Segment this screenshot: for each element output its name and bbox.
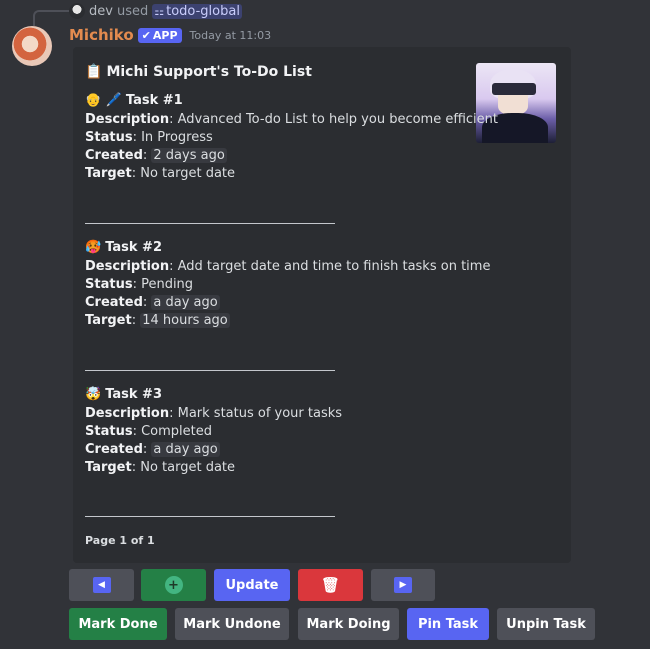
arrow-left-icon: ◀ <box>92 577 111 593</box>
embed-title-text: Michi Support's To-Do List <box>106 64 312 80</box>
previous-page-button[interactable]: ◀ <box>69 569 134 601</box>
message-timestamp[interactable]: Today at 11:03 <box>190 29 272 42</box>
clipboard-icon: 📋 <box>85 64 103 80</box>
trash-icon: 🗑 <box>320 576 341 594</box>
status-label: Status <box>85 130 133 145</box>
command-reference[interactable]: dev used ⚏ todo-global <box>69 2 242 20</box>
task-created-time[interactable]: a day ago <box>151 295 220 310</box>
next-page-button[interactable]: ▶ <box>371 569 435 601</box>
task-entry: 🥵 Task #2 Description: Add target date an… <box>85 240 491 328</box>
bot-avatar[interactable] <box>12 26 52 66</box>
task-status: Completed <box>141 424 212 439</box>
task-target: No target date <box>140 460 236 475</box>
mark-undone-button[interactable]: Mark Undone <box>175 608 289 640</box>
slash-command-icon: ⚏ <box>154 4 165 18</box>
task-description: Advanced To-do List to help you become e… <box>177 112 499 127</box>
task-emoji-icon: 👴 🖊️ <box>85 93 122 108</box>
task-entry: 👴 🖊️ Task #1 Description: Advanced To-do … <box>85 93 499 181</box>
created-label: Created <box>85 295 143 310</box>
task-emoji-icon: 🥵 <box>85 240 102 255</box>
task-title: Task #3 <box>105 387 162 402</box>
command-mention[interactable]: ⚏ todo-global <box>152 3 242 19</box>
task-target: No target date <box>140 166 236 181</box>
mark-doing-button[interactable]: Mark Doing <box>298 608 399 640</box>
task-status: Pending <box>141 277 194 292</box>
status-label: Status <box>85 424 133 439</box>
target-label: Target <box>85 166 132 181</box>
task-emoji-icon: 🤯 <box>85 387 102 402</box>
todo-embed: 📋 Michi Support's To-Do List 👴 🖊️ Task #1… <box>73 47 571 563</box>
app-badge-label: APP <box>152 28 178 42</box>
message-header: Michiko ✔ APP Today at 11:03 <box>69 25 271 45</box>
target-label: Target <box>85 460 132 475</box>
description-label: Description <box>85 259 170 274</box>
embed-title: 📋 Michi Support's To-Do List <box>85 64 312 80</box>
task-title: Task #1 <box>125 93 183 108</box>
divider <box>85 223 335 224</box>
task-created-time[interactable]: 2 days ago <box>151 148 227 163</box>
author-name[interactable]: Michiko <box>69 26 134 44</box>
task-status: In Progress <box>141 130 213 145</box>
plus-circle-icon: + <box>164 576 183 594</box>
divider <box>85 370 335 371</box>
created-label: Created <box>85 148 143 163</box>
unpin-task-button[interactable]: Unpin Task <box>497 608 595 640</box>
status-label: Status <box>85 277 133 292</box>
divider <box>85 516 335 517</box>
embed-footer: Page 1 of 1 <box>85 534 155 547</box>
referenced-username[interactable]: dev <box>89 4 113 19</box>
delete-task-button[interactable]: 🗑 <box>298 569 363 601</box>
reply-connector-line <box>33 10 69 26</box>
add-task-button[interactable]: + <box>141 569 206 601</box>
description-label: Description <box>85 406 170 421</box>
description-label: Description <box>85 112 170 127</box>
pin-task-button[interactable]: Pin Task <box>407 608 489 640</box>
task-entry: 🤯 Task #3 Description: Mark status of you… <box>85 387 343 475</box>
created-label: Created <box>85 442 143 457</box>
arrow-right-icon: ▶ <box>394 577 412 593</box>
target-label: Target <box>85 313 132 328</box>
update-button[interactable]: Update <box>214 569 290 601</box>
referenced-user-avatar[interactable] <box>69 3 85 19</box>
reference-verb: used <box>116 3 149 19</box>
task-created-time[interactable]: a day ago <box>151 442 220 457</box>
mark-done-button[interactable]: Mark Done <box>69 608 167 640</box>
verified-check-icon: ✔ <box>141 28 151 42</box>
task-target-time[interactable]: 14 hours ago <box>140 313 230 328</box>
task-description: Mark status of your tasks <box>177 406 343 421</box>
command-name: todo-global <box>166 3 240 19</box>
task-description: Add target date and time to finish tasks… <box>177 259 491 274</box>
task-title: Task #2 <box>105 240 162 255</box>
app-badge: ✔ APP <box>137 27 182 43</box>
